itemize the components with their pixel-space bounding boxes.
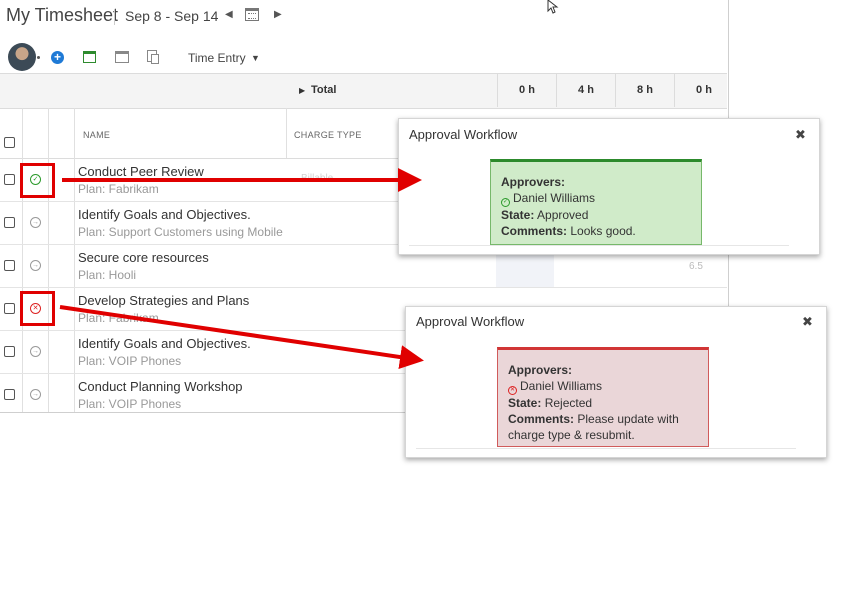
add-icon[interactable]: + [51, 51, 64, 64]
time-cell-value[interactable]: 6.5 [689, 261, 703, 272]
approval-card-rejected: Approvers: ✕ Daniel Williams State: Rejec… [497, 347, 709, 447]
popup-title: Approval Workflow [409, 127, 518, 142]
state-label: State: [501, 208, 535, 222]
approval-card-approved: Approvers: ✓ Daniel Williams State: Appro… [490, 159, 702, 245]
previous-week-icon[interactable]: ◀ [225, 9, 233, 20]
select-all-checkbox[interactable] [4, 137, 15, 148]
window-view-icon[interactable] [115, 51, 129, 63]
column-header-charge-type[interactable]: CHARGE TYPE [294, 130, 362, 140]
rejected-highlight-box [20, 291, 55, 326]
header-divider [114, 9, 115, 25]
calendar-view-icon[interactable] [83, 51, 96, 63]
page-title: My Timesheet [6, 5, 119, 25]
task-plan: Plan: Hooli [78, 268, 137, 282]
day-total: 0 h [674, 73, 733, 107]
entry-type-select[interactable]: Time Entry [188, 51, 246, 65]
comments-label: Comments: [501, 224, 568, 238]
close-icon[interactable]: ✖ [795, 127, 806, 143]
popup-separator [409, 245, 789, 246]
date-range: Sep 8 - Sep 14 [125, 8, 219, 24]
state-value: Rejected [544, 396, 593, 410]
calendar-picker-icon[interactable] [245, 8, 259, 21]
approvers-label: Approvers: [508, 363, 573, 377]
day-total: 4 h [556, 73, 615, 107]
column-header-name[interactable]: NAME [83, 130, 110, 140]
row-checkbox[interactable] [4, 217, 15, 228]
task-name: Identify Goals and Objectives. [78, 336, 251, 351]
pending-status-icon[interactable]: → [30, 217, 41, 228]
approval-workflow-popup-approved: Approval Workflow ✖ Approvers: ✓ Daniel W… [398, 118, 820, 255]
popup-separator [416, 448, 796, 449]
day-total: 8 h [615, 73, 674, 107]
pending-status-icon[interactable]: → [30, 346, 41, 357]
comments-value: Looks good. [570, 224, 636, 238]
task-plan: Plan: Support Customers using Mobile [78, 225, 283, 239]
task-plan: Plan: Fabrikam [78, 182, 159, 196]
task-plan: Plan: VOIP Phones [78, 354, 182, 368]
charge-type-value[interactable]: Billable [301, 173, 333, 184]
task-name: Conduct Planning Workshop [78, 379, 243, 394]
task-name: Secure core resources [78, 250, 209, 265]
state-label: State: [508, 396, 542, 410]
approver-name: Daniel Williams [513, 191, 596, 205]
pending-status-icon[interactable]: → [30, 389, 41, 400]
approvers-label: Approvers: [501, 175, 566, 189]
comments-label: Comments: [508, 412, 575, 426]
approved-highlight-box [20, 163, 55, 198]
row-checkbox[interactable] [4, 174, 15, 185]
chevron-down-icon[interactable]: ▼ [251, 53, 260, 63]
user-avatar[interactable] [8, 43, 40, 71]
approved-status-icon: ✓ [501, 198, 510, 207]
expand-totals-icon[interactable]: ▶ [299, 86, 305, 95]
close-icon[interactable]: ✖ [802, 314, 813, 330]
task-name: Identify Goals and Objectives. [78, 207, 251, 222]
approval-workflow-popup-rejected: Approval Workflow ✖ Approvers: ✕ Daniel W… [405, 306, 827, 458]
approver-name: Daniel Williams [520, 379, 603, 393]
mouse-cursor-icon [547, 0, 559, 14]
pending-status-icon[interactable]: → [30, 260, 41, 271]
copy-icon[interactable] [147, 50, 159, 64]
row-checkbox[interactable] [4, 303, 15, 314]
task-name: Develop Strategies and Plans [78, 293, 250, 308]
row-checkbox[interactable] [4, 346, 15, 357]
next-week-icon[interactable]: ▶ [274, 9, 282, 20]
row-checkbox[interactable] [4, 260, 15, 271]
totals-label: Total [311, 84, 337, 96]
rejected-status-icon: ✕ [508, 386, 517, 395]
row-checkbox[interactable] [4, 389, 15, 400]
column-divider [286, 108, 287, 158]
task-plan: Plan: VOIP Phones [78, 397, 182, 411]
popup-title: Approval Workflow [416, 314, 525, 329]
day-total: 0 h [497, 73, 556, 107]
task-name: Conduct Peer Review [78, 164, 204, 179]
task-plan: Plan: Fabrikam [78, 311, 159, 325]
state-value: Approved [537, 208, 589, 222]
